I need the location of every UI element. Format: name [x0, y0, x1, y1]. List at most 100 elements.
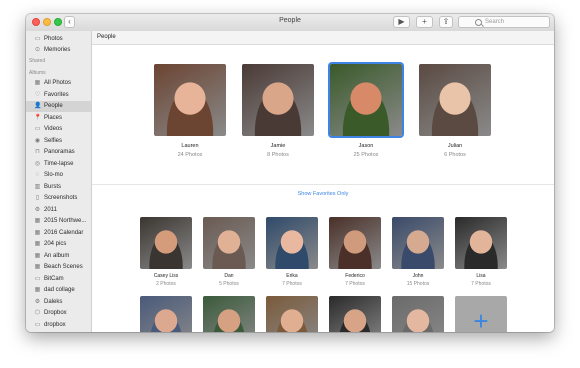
- sidebar-item[interactable]: ⚙ 2011: [26, 205, 91, 216]
- person-card[interactable]: [266, 296, 318, 332]
- panorama-icon: ⊓: [35, 149, 40, 155]
- sidebar-item-label: Screenshots: [44, 195, 78, 201]
- sidebar-item[interactable]: ▭ dropbox: [26, 320, 91, 331]
- photo-count: 6 Photos: [444, 152, 466, 158]
- person-photo[interactable]: [266, 296, 318, 332]
- person-photo[interactable]: [419, 64, 491, 136]
- person-card[interactable]: [392, 296, 444, 332]
- title-bar: ‹ People ▶ + ⇪ Search: [26, 14, 554, 32]
- sidebar-item[interactable]: ▥ Bursts: [26, 182, 91, 193]
- album-icon: ⚙: [34, 206, 41, 213]
- sidebar-item[interactable]: ▭ BitCam: [26, 274, 91, 285]
- favorite-person-card[interactable]: Jason 25 Photos: [330, 64, 402, 158]
- person-card[interactable]: Dan 5 Photos: [203, 217, 255, 287]
- sidebar-item[interactable]: ▦ 2016 Calendar: [26, 228, 91, 239]
- sidebar-item-label: All Photos: [44, 80, 72, 86]
- sidebar-item-label: Daleks: [44, 298, 63, 305]
- sidebar-item-label: 2011: [44, 206, 57, 213]
- sidebar-item[interactable]: ◎ Time-lapse: [26, 159, 91, 170]
- sidebar-item-label: BitCam: [44, 275, 64, 282]
- person-name: Erika: [286, 273, 298, 279]
- photo-count: 5 Photos: [219, 281, 239, 287]
- favorite-person-card[interactable]: Lauren 24 Photos: [154, 64, 226, 158]
- video-icon: ▭: [34, 126, 41, 132]
- sidebar-item[interactable]: ⊙ Memories: [26, 45, 91, 56]
- person-name: Jason: [358, 143, 374, 149]
- favorite-person-card[interactable]: Jamie 8 Photos: [242, 64, 314, 158]
- add-button[interactable]: +: [416, 16, 433, 28]
- show-favorites-only-link[interactable]: Show Favorites Only: [92, 191, 554, 197]
- add-person-button[interactable]: +: [455, 296, 507, 332]
- section-title: People: [97, 34, 116, 40]
- sidebar-item[interactable]: ▭ Videos: [26, 124, 91, 135]
- sidebar-item[interactable]: ▯ Screenshots: [26, 193, 91, 204]
- share-button[interactable]: ⇪: [439, 16, 453, 28]
- shared-heading: Shared: [29, 58, 46, 64]
- person-photo[interactable]: [242, 64, 314, 136]
- photo-count: 7 Photos: [471, 281, 491, 287]
- photo-count: 15 Photos: [406, 281, 430, 287]
- person-card[interactable]: John 15 Photos: [392, 217, 444, 287]
- photo-count: 8 Photos: [267, 152, 289, 158]
- person-photo[interactable]: [266, 217, 318, 269]
- sidebar-item[interactable]: ⊓ Panoramas: [26, 147, 91, 158]
- sidebar-item[interactable]: ▦ 204 pics: [26, 239, 91, 250]
- slideshow-button[interactable]: ▶: [393, 16, 410, 28]
- album-icon: ▭: [34, 275, 41, 282]
- person-photo[interactable]: [329, 217, 381, 269]
- person-photo[interactable]: [330, 64, 402, 136]
- sidebar-item[interactable]: ♡ Favorites: [26, 90, 91, 101]
- sidebar-item[interactable]: ▦ All Photos: [26, 78, 91, 89]
- divider: [92, 184, 554, 185]
- person-photo[interactable]: [154, 64, 226, 136]
- person-name: Dan: [224, 273, 234, 279]
- person-name: John: [412, 273, 424, 279]
- album-icon: ▭: [34, 321, 41, 328]
- sidebar-item[interactable]: ▦ An album: [26, 251, 91, 262]
- person-photo[interactable]: [140, 217, 192, 269]
- person-card[interactable]: Lisa 7 Photos: [455, 217, 507, 287]
- sidebar-item-label: Photos: [44, 36, 63, 42]
- person-photo[interactable]: [392, 217, 444, 269]
- photo-count: 24 Photos: [177, 152, 203, 158]
- album-icon: ▦: [34, 287, 41, 293]
- share-icon: ⇪: [442, 17, 450, 26]
- album-icon: ▦: [34, 218, 41, 224]
- sidebar-item-label: Time-lapse: [44, 160, 74, 167]
- person-photo[interactable]: [140, 296, 192, 332]
- sidebar-item-label: Favorites: [44, 91, 69, 98]
- person-card[interactable]: [329, 296, 381, 332]
- person-photo[interactable]: [203, 217, 255, 269]
- search-field[interactable]: Search: [458, 16, 550, 28]
- search-icon: [475, 19, 482, 26]
- person-card[interactable]: [140, 296, 192, 332]
- person-card[interactable]: Erika 7 Photos: [266, 217, 318, 287]
- sidebar-item[interactable]: 👤 People: [26, 101, 91, 112]
- person-photo[interactable]: [455, 217, 507, 269]
- favorite-person-card[interactable]: Julian 6 Photos: [419, 64, 491, 158]
- person-photo[interactable]: [329, 296, 381, 332]
- sidebar-item[interactable]: ▦ 2015 Northwe...: [26, 216, 91, 227]
- sidebar-item[interactable]: ⬡ Dropbox: [26, 308, 91, 319]
- plus-icon: +: [422, 17, 427, 26]
- person-photo[interactable]: [203, 296, 255, 332]
- sidebar-item[interactable]: ▦ Beach Scenes: [26, 262, 91, 273]
- sidebar-item[interactable]: ▦ dad collage: [26, 285, 91, 296]
- person-photo[interactable]: [392, 296, 444, 332]
- person-card[interactable]: [203, 296, 255, 332]
- sidebar-item[interactable]: ⚙ Daleks: [26, 297, 91, 308]
- person-card[interactable]: Casey Liss 2 Photos: [140, 217, 192, 287]
- sidebar-item-label: People: [44, 103, 63, 109]
- sidebar: ▭ Photos ⊙ Memories Shared Albums ▦ All Photos ♡…: [26, 31, 92, 332]
- bursts-icon: ▥: [34, 183, 41, 190]
- sidebar-item[interactable]: ◉ Selfies: [26, 136, 91, 147]
- sidebar-item-label: Beach Scenes: [44, 264, 83, 270]
- section-header: People: [92, 31, 554, 45]
- sidebar-item-label: 2016 Calendar: [44, 229, 84, 236]
- sidebar-item[interactable]: ▭ Photos: [26, 34, 91, 45]
- person-card[interactable]: Federico 7 Photos: [329, 217, 381, 287]
- sidebar-item[interactable]: ◌ Slo-mo: [26, 170, 91, 181]
- photos-window: ‹ People ▶ + ⇪ Search ▭ Photos ⊙ Memories Sh…: [26, 14, 554, 332]
- sidebar-item[interactable]: 📍 Places: [26, 113, 91, 124]
- memories-icon: ⊙: [34, 47, 41, 53]
